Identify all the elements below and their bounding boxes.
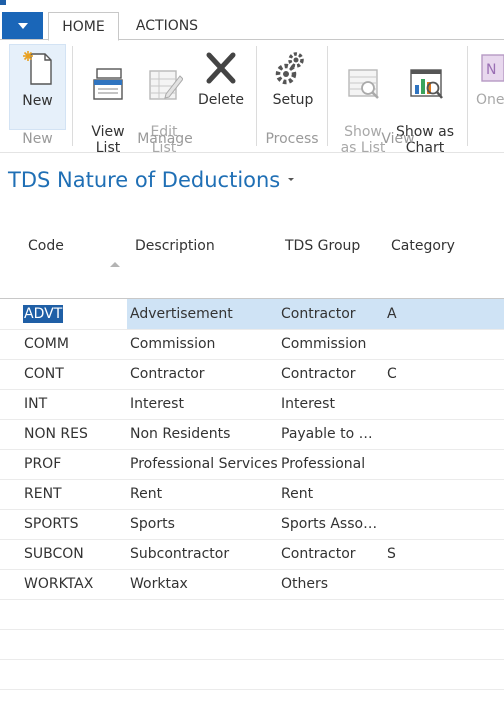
cell-tds-group[interactable]: Interest bbox=[281, 395, 381, 413]
delete-label: Delete bbox=[198, 92, 244, 108]
application-menu-button[interactable] bbox=[2, 12, 43, 39]
cell-code[interactable]: INT bbox=[24, 395, 47, 413]
table-row[interactable]: INT Interest Interest bbox=[0, 389, 504, 420]
show-as-list-button[interactable]: Show as List bbox=[337, 44, 389, 156]
cell-code[interactable]: ADVT bbox=[23, 305, 64, 323]
edit-list-button[interactable]: Edit List bbox=[140, 44, 188, 156]
group-separator bbox=[256, 46, 257, 146]
cell-description[interactable]: Contractor bbox=[130, 365, 205, 383]
cell-tds-group[interactable]: Rent bbox=[281, 485, 381, 503]
page-title-text: TDS Nature of Deductions bbox=[8, 168, 281, 192]
group-separator bbox=[327, 46, 328, 146]
delete-button[interactable]: Delete bbox=[194, 44, 248, 128]
show-as-chart-icon bbox=[410, 69, 443, 99]
table-row[interactable]: COMM Commission Commission bbox=[0, 329, 504, 360]
window-top-strip bbox=[0, 0, 504, 9]
chevron-down-icon bbox=[17, 22, 28, 29]
table-row[interactable]: CONT Contractor Contractor C bbox=[0, 359, 504, 390]
cell-description[interactable]: Subcontractor bbox=[130, 545, 229, 563]
cell-description[interactable]: Non Residents bbox=[130, 425, 230, 443]
column-header-code[interactable]: Code bbox=[28, 238, 64, 254]
show-as-chart-button[interactable]: Show as Chart bbox=[392, 44, 458, 156]
cell-description[interactable]: Interest bbox=[130, 395, 184, 413]
cell-code[interactable]: WORKTAX bbox=[24, 575, 93, 593]
table-row[interactable]: SPORTS Sports Sports Associ... bbox=[0, 509, 504, 540]
svg-text:N: N bbox=[486, 62, 496, 78]
page-title[interactable]: TDS Nature of Deductions bbox=[8, 168, 295, 192]
cell-code[interactable]: RENT bbox=[24, 485, 62, 503]
cell-description[interactable]: Professional Services bbox=[130, 455, 278, 473]
cell-code[interactable]: COMM bbox=[24, 335, 69, 353]
table-row[interactable]: ADVT Advertisement Contractor A bbox=[0, 299, 504, 330]
column-header-tds-group[interactable]: TDS Group bbox=[285, 238, 360, 254]
onenote-icon: N bbox=[481, 54, 504, 82]
edit-list-icon bbox=[149, 70, 183, 100]
cell-description[interactable]: Sports bbox=[130, 515, 175, 533]
onenote-button[interactable]: N One bbox=[476, 44, 504, 128]
cell-code[interactable]: NON RES bbox=[24, 425, 88, 443]
group-separator bbox=[467, 46, 468, 146]
new-button-label: New bbox=[22, 93, 53, 109]
cell-tds-group[interactable]: Contractor bbox=[281, 305, 381, 323]
group-label-new: New bbox=[22, 131, 53, 147]
cell-tds-group[interactable]: Commission bbox=[281, 335, 381, 353]
cell-code[interactable]: CONT bbox=[24, 365, 64, 383]
onenote-label: One bbox=[476, 92, 504, 108]
app-mini-icon bbox=[0, 0, 6, 5]
group-label-process: Process bbox=[265, 131, 319, 147]
new-button[interactable]: New bbox=[9, 44, 66, 130]
cell-description[interactable]: Advertisement bbox=[130, 305, 233, 323]
cell-tds-group[interactable]: Others bbox=[281, 575, 381, 593]
setup-label: Setup bbox=[272, 92, 314, 108]
delete-x-icon bbox=[206, 52, 236, 84]
new-document-icon bbox=[22, 51, 52, 85]
empty-row bbox=[0, 629, 504, 660]
tab-actions[interactable]: ACTIONS bbox=[125, 12, 209, 39]
sort-ascending-icon bbox=[110, 262, 120, 267]
column-header-category[interactable]: Category bbox=[391, 238, 455, 254]
view-list-icon bbox=[93, 68, 123, 100]
chevron-down-icon bbox=[288, 177, 295, 181]
row-code-cell-bg bbox=[0, 299, 127, 329]
cell-code[interactable]: SPORTS bbox=[24, 515, 79, 533]
cell-description[interactable]: Commission bbox=[130, 335, 215, 353]
view-list-button[interactable]: View List bbox=[84, 44, 132, 156]
table-row[interactable]: NON RES Non Residents Payable to N... bbox=[0, 419, 504, 450]
cell-category[interactable]: A bbox=[387, 305, 397, 323]
cell-description[interactable]: Worktax bbox=[130, 575, 188, 593]
cell-tds-group[interactable]: Sports Associ... bbox=[281, 515, 381, 533]
cell-tds-group[interactable]: Payable to N... bbox=[281, 425, 381, 443]
cell-tds-group[interactable]: Contractor bbox=[281, 545, 381, 563]
cell-code[interactable]: SUBCON bbox=[24, 545, 84, 563]
ribbon-tab-bar: HOME ACTIONS bbox=[0, 9, 504, 41]
group-separator bbox=[72, 46, 73, 146]
cell-description[interactable]: Rent bbox=[130, 485, 162, 503]
group-label-manage: Manage bbox=[137, 131, 193, 147]
table-row[interactable]: PROF Professional Services Professional bbox=[0, 449, 504, 480]
cell-category[interactable]: C bbox=[387, 365, 397, 383]
cell-code[interactable]: PROF bbox=[24, 455, 61, 473]
show-as-list-icon bbox=[348, 69, 379, 99]
table-row[interactable]: RENT Rent Rent bbox=[0, 479, 504, 510]
group-label-view: View bbox=[381, 131, 415, 147]
empty-row bbox=[0, 599, 504, 630]
table-row[interactable]: SUBCON Subcontractor Contractor S bbox=[0, 539, 504, 570]
ribbon: New New View List Edit List Delete Manag… bbox=[0, 40, 504, 156]
column-header-description[interactable]: Description bbox=[135, 238, 215, 254]
tab-home[interactable]: HOME bbox=[48, 12, 119, 41]
table-row[interactable]: WORKTAX Worktax Others bbox=[0, 569, 504, 600]
cell-category[interactable]: S bbox=[387, 545, 396, 563]
cell-tds-group[interactable]: Contractor bbox=[281, 365, 381, 383]
cell-tds-group[interactable]: Professional bbox=[281, 455, 381, 473]
gear-icon bbox=[275, 52, 304, 85]
empty-row bbox=[0, 659, 504, 690]
setup-button[interactable]: Setup bbox=[266, 44, 320, 128]
